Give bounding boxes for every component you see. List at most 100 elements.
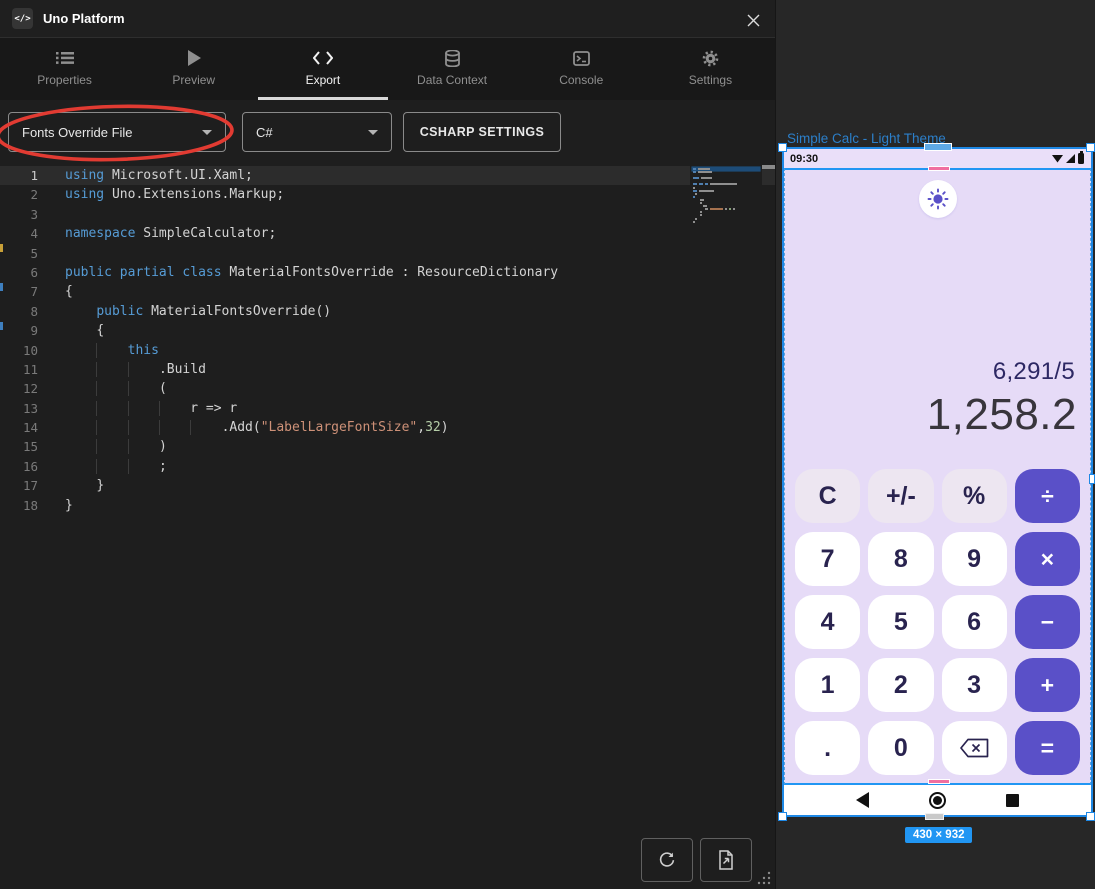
file-type-dropdown[interactable]: Fonts Override File	[8, 112, 226, 152]
tab-export[interactable]: Export	[258, 38, 387, 100]
gear-icon	[702, 49, 719, 67]
signal-icon	[1066, 154, 1075, 163]
tab-preview[interactable]: Preview	[129, 38, 258, 100]
selection-handle-top-center[interactable]	[924, 143, 952, 151]
tab-console[interactable]: Console	[517, 38, 646, 100]
csharp-settings-button[interactable]: CSHARP SETTINGS	[403, 112, 561, 152]
tab-properties[interactable]: Properties	[0, 38, 129, 100]
gutter-mark	[0, 283, 3, 291]
code-line: 13 r => r	[0, 399, 775, 418]
back-icon[interactable]	[856, 792, 869, 808]
key-equals[interactable]: =	[1015, 721, 1080, 775]
tab-settings[interactable]: Settings	[646, 38, 775, 100]
calculator-app: 6,291/5 1,258.2 C+/-%÷789×456−123+.0 =	[784, 168, 1091, 785]
minimap-line	[693, 174, 759, 176]
minimap-line	[693, 168, 759, 170]
code-line: 1using Microsoft.UI.Xaml;	[0, 166, 775, 185]
list-icon	[56, 49, 74, 67]
line-number: 13	[0, 399, 38, 418]
selection-handle-app-top[interactable]	[928, 166, 950, 171]
chevron-down-icon	[202, 130, 212, 135]
phone-preview[interactable]: 09:30	[782, 147, 1093, 817]
line-number: 2	[0, 185, 38, 204]
minimap-line	[693, 187, 759, 189]
key-8[interactable]: 8	[868, 532, 933, 586]
key-divide[interactable]: ÷	[1015, 469, 1080, 523]
backspace-icon	[959, 737, 990, 759]
selection-label: Simple Calc - Light Theme	[787, 131, 946, 146]
key-plusminus[interactable]: +/-	[868, 469, 933, 523]
home-icon[interactable]	[929, 792, 946, 809]
minimap[interactable]	[690, 166, 762, 226]
minimap-line	[693, 208, 759, 210]
tab-label: Data Context	[417, 73, 487, 87]
close-button[interactable]	[741, 8, 765, 32]
line-number: 4	[0, 224, 38, 243]
code-editor[interactable]: 1using Microsoft.UI.Xaml;2using Uno.Exte…	[0, 164, 775, 820]
tab-label: Preview	[172, 73, 215, 87]
minimap-line	[693, 171, 759, 173]
line-number: 11	[0, 360, 38, 379]
code-line: 2using Uno.Extensions.Markup;	[0, 185, 775, 204]
minimap-line	[693, 214, 759, 216]
line-number: 18	[0, 496, 38, 515]
key-6[interactable]: 6	[942, 595, 1007, 649]
theme-toggle-button[interactable]	[919, 180, 957, 218]
gutter-mark	[0, 322, 3, 330]
minimap-line	[693, 218, 759, 220]
line-number: 15	[0, 437, 38, 456]
line-number: 10	[0, 341, 38, 360]
tab-label: Export	[306, 73, 341, 87]
tab-label: Properties	[37, 73, 92, 87]
code-line: 15 )	[0, 437, 775, 456]
terminal-icon	[573, 49, 590, 67]
line-number: 17	[0, 476, 38, 495]
refresh-button[interactable]	[641, 838, 693, 882]
language-dropdown[interactable]: C#	[242, 112, 392, 152]
close-icon	[747, 14, 760, 27]
key-2[interactable]: 2	[868, 658, 933, 712]
tab-data-context[interactable]: Data Context	[388, 38, 517, 100]
database-icon	[445, 49, 460, 67]
key-clear[interactable]: C	[795, 469, 860, 523]
selection-handle-top-left[interactable]	[778, 143, 787, 152]
gutter-mark	[0, 244, 3, 252]
key-1[interactable]: 1	[795, 658, 860, 712]
minimap-line	[693, 183, 759, 185]
key-9[interactable]: 9	[942, 532, 1007, 586]
selection-handle-top-right[interactable]	[1086, 143, 1095, 152]
code-lines: 1using Microsoft.UI.Xaml;2using Uno.Exte…	[0, 166, 775, 515]
key-3[interactable]: 3	[942, 658, 1007, 712]
tab-label: Settings	[689, 73, 732, 87]
recents-icon[interactable]	[1006, 794, 1019, 807]
selection-handle-bottom-right[interactable]	[1086, 812, 1095, 821]
selection-handle-mid-right[interactable]	[1089, 474, 1095, 484]
key-backspace[interactable]	[942, 721, 1007, 775]
line-number: 5	[0, 244, 38, 263]
selection-handle-bottom-left[interactable]	[778, 812, 787, 821]
calculator-keypad: C+/-%÷ 789× 456− 123+.0 =	[795, 469, 1080, 775]
export-file-button[interactable]	[700, 838, 752, 882]
code-line: 9 {	[0, 321, 775, 340]
code-line: 18}	[0, 496, 775, 515]
key-7[interactable]: 7	[795, 532, 860, 586]
key-decimal[interactable]: .	[795, 721, 860, 775]
selection-handle-bottom-center[interactable]	[925, 813, 944, 820]
key-5[interactable]: 5	[868, 595, 933, 649]
key-4[interactable]: 4	[795, 595, 860, 649]
window-title: Uno Platform	[43, 11, 125, 26]
key-minus[interactable]: −	[1015, 595, 1080, 649]
export-file-icon	[717, 850, 735, 870]
key-plus[interactable]: +	[1015, 658, 1080, 712]
overview-ruler-mark	[762, 165, 775, 169]
minimap-line	[693, 202, 759, 204]
minimap-line	[693, 196, 759, 198]
key-0[interactable]: 0	[868, 721, 933, 775]
key-multiply[interactable]: ×	[1015, 532, 1080, 586]
selection-handle-app-bottom[interactable]	[928, 779, 950, 784]
uno-platform-window: </> Uno Platform Properties Preview Export…	[0, 0, 775, 889]
key-percent[interactable]: %	[942, 469, 1007, 523]
line-number: 16	[0, 457, 38, 476]
title-bar: </> Uno Platform	[0, 0, 775, 38]
resize-grip[interactable]	[756, 870, 772, 886]
